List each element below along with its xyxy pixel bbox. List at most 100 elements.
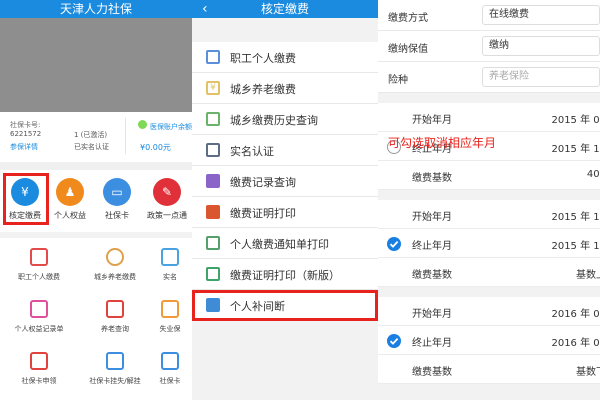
card-icon: ▭ bbox=[103, 178, 131, 206]
check-icon bbox=[389, 337, 399, 345]
grid-item-label: 失业保 bbox=[159, 325, 181, 333]
divider bbox=[125, 118, 126, 154]
menu-item-label: 缴费证明打印（新版） bbox=[230, 269, 340, 282]
medical-balance-label[interactable]: 医保账户余额 bbox=[150, 122, 192, 132]
end-month-row: 终止年月 2015 年 12 bbox=[378, 229, 600, 258]
grid-item-label: 城乡养老缴费 bbox=[94, 273, 136, 281]
annotation-text: 可勾选取消相应年月 bbox=[388, 136, 497, 150]
grid-item-label: 养老查询 bbox=[101, 325, 129, 333]
card-icon bbox=[206, 298, 220, 312]
gap-payment-form: 缴费方式 在线缴费 缴纳保值 缴纳 险种 养老保险 开始年月 2015 年 09… bbox=[378, 0, 600, 400]
start-month-value: 2015 年 09 bbox=[551, 115, 600, 126]
end-month-row: 终止年月 2016 年 04 bbox=[378, 326, 600, 355]
menu-item-certificate-print-new[interactable]: 缴费证明打印（新版） bbox=[192, 259, 378, 290]
query-icon bbox=[106, 300, 124, 318]
grid-item-rural-pension[interactable]: 城乡养老缴费 bbox=[80, 248, 150, 282]
highlight-box bbox=[3, 173, 49, 225]
start-month-row: 开始年月 2015 年 12 bbox=[378, 200, 600, 229]
back-icon[interactable]: ‹ bbox=[202, 0, 208, 18]
quick-item-policy[interactable]: ✎ 政策一点通 bbox=[144, 178, 190, 221]
menu-item-payment-record[interactable]: 缴费记录查询 bbox=[192, 166, 378, 197]
quick-item-social-card[interactable]: ▭ 社保卡 bbox=[97, 178, 137, 221]
card-number: 6221572 bbox=[10, 130, 42, 138]
section-gap bbox=[378, 190, 600, 200]
grid-item-card-apply[interactable]: 社保卡申领 bbox=[4, 352, 74, 386]
printer-icon bbox=[206, 267, 220, 281]
section-gap bbox=[378, 93, 600, 103]
quick-item-personal-rights[interactable]: ♟ 个人权益 bbox=[50, 178, 90, 221]
end-month-label: 终止年月 bbox=[412, 241, 452, 252]
card-status: 1 (已激活) bbox=[74, 131, 108, 139]
section-gap bbox=[0, 162, 192, 170]
quick-item-label: 政策一点通 bbox=[147, 211, 187, 220]
menu-item-label: 城乡缴费历史查询 bbox=[230, 114, 318, 127]
page-title: 核定缴费 bbox=[260, 2, 309, 16]
menu-item-label: 个人缴费通知单打印 bbox=[230, 238, 329, 251]
payment-method-label: 缴费方式 bbox=[388, 13, 428, 24]
base-row: 缴费基数 基数上 bbox=[378, 258, 600, 287]
menu-item-staff-payment[interactable]: 职工个人缴费 bbox=[192, 42, 378, 73]
insurance-type-row: 险种 养老保险 bbox=[378, 62, 600, 93]
base-value: 400 bbox=[586, 169, 600, 180]
insurance-type-label: 险种 bbox=[388, 75, 408, 86]
base-row: 缴费基数 400 bbox=[378, 161, 600, 190]
payment-menu-screen: ‹ 核定缴费 职工个人缴费 ¥ 城乡养老缴费 城乡缴费历史查询 实名认证 缴费记… bbox=[192, 0, 378, 400]
print-icon bbox=[206, 205, 220, 219]
grid-item-rights-record[interactable]: 个人权益记录单 bbox=[4, 300, 74, 334]
card-number-label: 社保卡号: bbox=[10, 121, 41, 129]
start-month-row: 开始年月 2016 年 01 bbox=[378, 297, 600, 326]
grid-item-card-lost[interactable]: 社保卡挂失/解挂 bbox=[80, 352, 150, 386]
app-title: 天津人力社保 bbox=[0, 0, 192, 18]
menu-item-label: 个人补间断 bbox=[230, 300, 285, 313]
history-doc-icon bbox=[206, 112, 220, 126]
grid-item-label: 职工个人缴费 bbox=[18, 273, 60, 281]
payment-menu-list: 职工个人缴费 ¥ 城乡养老缴费 城乡缴费历史查询 实名认证 缴费记录查询 缴费证… bbox=[192, 42, 378, 321]
document-icon bbox=[30, 248, 48, 266]
check-icon bbox=[389, 240, 399, 248]
start-month-value: 2015 年 12 bbox=[551, 212, 600, 223]
payment-method-select[interactable]: 在线缴费 bbox=[482, 5, 600, 25]
notice-icon bbox=[206, 236, 220, 250]
menu-item-rural-history[interactable]: 城乡缴费历史查询 bbox=[192, 104, 378, 135]
insurance-detail-link[interactable]: 参保详情 bbox=[10, 142, 38, 152]
payment-method-row: 缴费方式 在线缴费 bbox=[378, 0, 600, 31]
quick-actions: ¥ 核定缴费 ♟ 个人权益 ▭ 社保卡 ✎ 政策一点通 bbox=[0, 170, 192, 230]
preserve-value-label: 缴纳保值 bbox=[388, 44, 428, 55]
record-icon bbox=[30, 300, 48, 318]
menu-item-label: 缴费证明打印 bbox=[230, 207, 296, 220]
grid-item-unemployment[interactable]: 失业保 bbox=[150, 300, 190, 334]
end-month-value: 2015 年 12 bbox=[551, 241, 600, 252]
medical-account-icon bbox=[138, 120, 147, 129]
grid-item-realname[interactable]: 实名 bbox=[150, 248, 190, 282]
menu-item-label: 缴费记录查询 bbox=[230, 176, 296, 189]
menu-item-realname[interactable]: 实名认证 bbox=[192, 135, 378, 166]
banner-image[interactable] bbox=[0, 18, 192, 112]
preserve-value-select[interactable]: 缴纳 bbox=[482, 36, 600, 56]
grid-item-pension-query[interactable]: 养老查询 bbox=[80, 300, 150, 334]
grid-item-card-more[interactable]: 社保卡 bbox=[150, 352, 190, 386]
menu-item-label: 职工个人缴费 bbox=[230, 52, 296, 65]
card-icon bbox=[161, 352, 179, 370]
unemployment-icon bbox=[161, 300, 179, 318]
grid-item-staff-payment[interactable]: 职工个人缴费 bbox=[4, 248, 74, 282]
insurance-type-select[interactable]: 养老保险 bbox=[482, 67, 600, 87]
menu-item-notice-print[interactable]: 个人缴费通知单打印 bbox=[192, 228, 378, 259]
base-value: 基数下 bbox=[576, 367, 600, 378]
period-checkbox-checked[interactable] bbox=[387, 237, 401, 251]
menu-item-personal-gap[interactable]: 个人补间断 bbox=[192, 290, 378, 321]
period-checkbox-checked[interactable] bbox=[387, 334, 401, 348]
grid-item-label: 社保卡申领 bbox=[21, 377, 57, 385]
menu-item-certificate-print[interactable]: 缴费证明打印 bbox=[192, 197, 378, 228]
realname-status: 已实名认证 bbox=[74, 143, 109, 151]
end-month-value: 2016 年 04 bbox=[551, 338, 600, 349]
menu-item-label: 实名认证 bbox=[230, 145, 274, 158]
menu-item-rural-pension[interactable]: ¥ 城乡养老缴费 bbox=[192, 73, 378, 104]
social-card-summary: 社保卡号: 6221572 1 (已激活) 参保详情 已实名认证 医保账户余额 … bbox=[0, 112, 192, 170]
person-icon: ♟ bbox=[56, 178, 84, 206]
apply-icon bbox=[30, 352, 48, 370]
quick-item-label: 社保卡 bbox=[105, 211, 129, 220]
menu-item-label: 城乡养老缴费 bbox=[230, 83, 296, 96]
base-value: 基数上 bbox=[576, 270, 600, 281]
service-grid: 职工个人缴费 城乡养老缴费 实名 个人权益记录单 养老查询 失业保 社保卡申领 bbox=[0, 232, 192, 400]
grid-item-label: 实名 bbox=[163, 273, 177, 281]
